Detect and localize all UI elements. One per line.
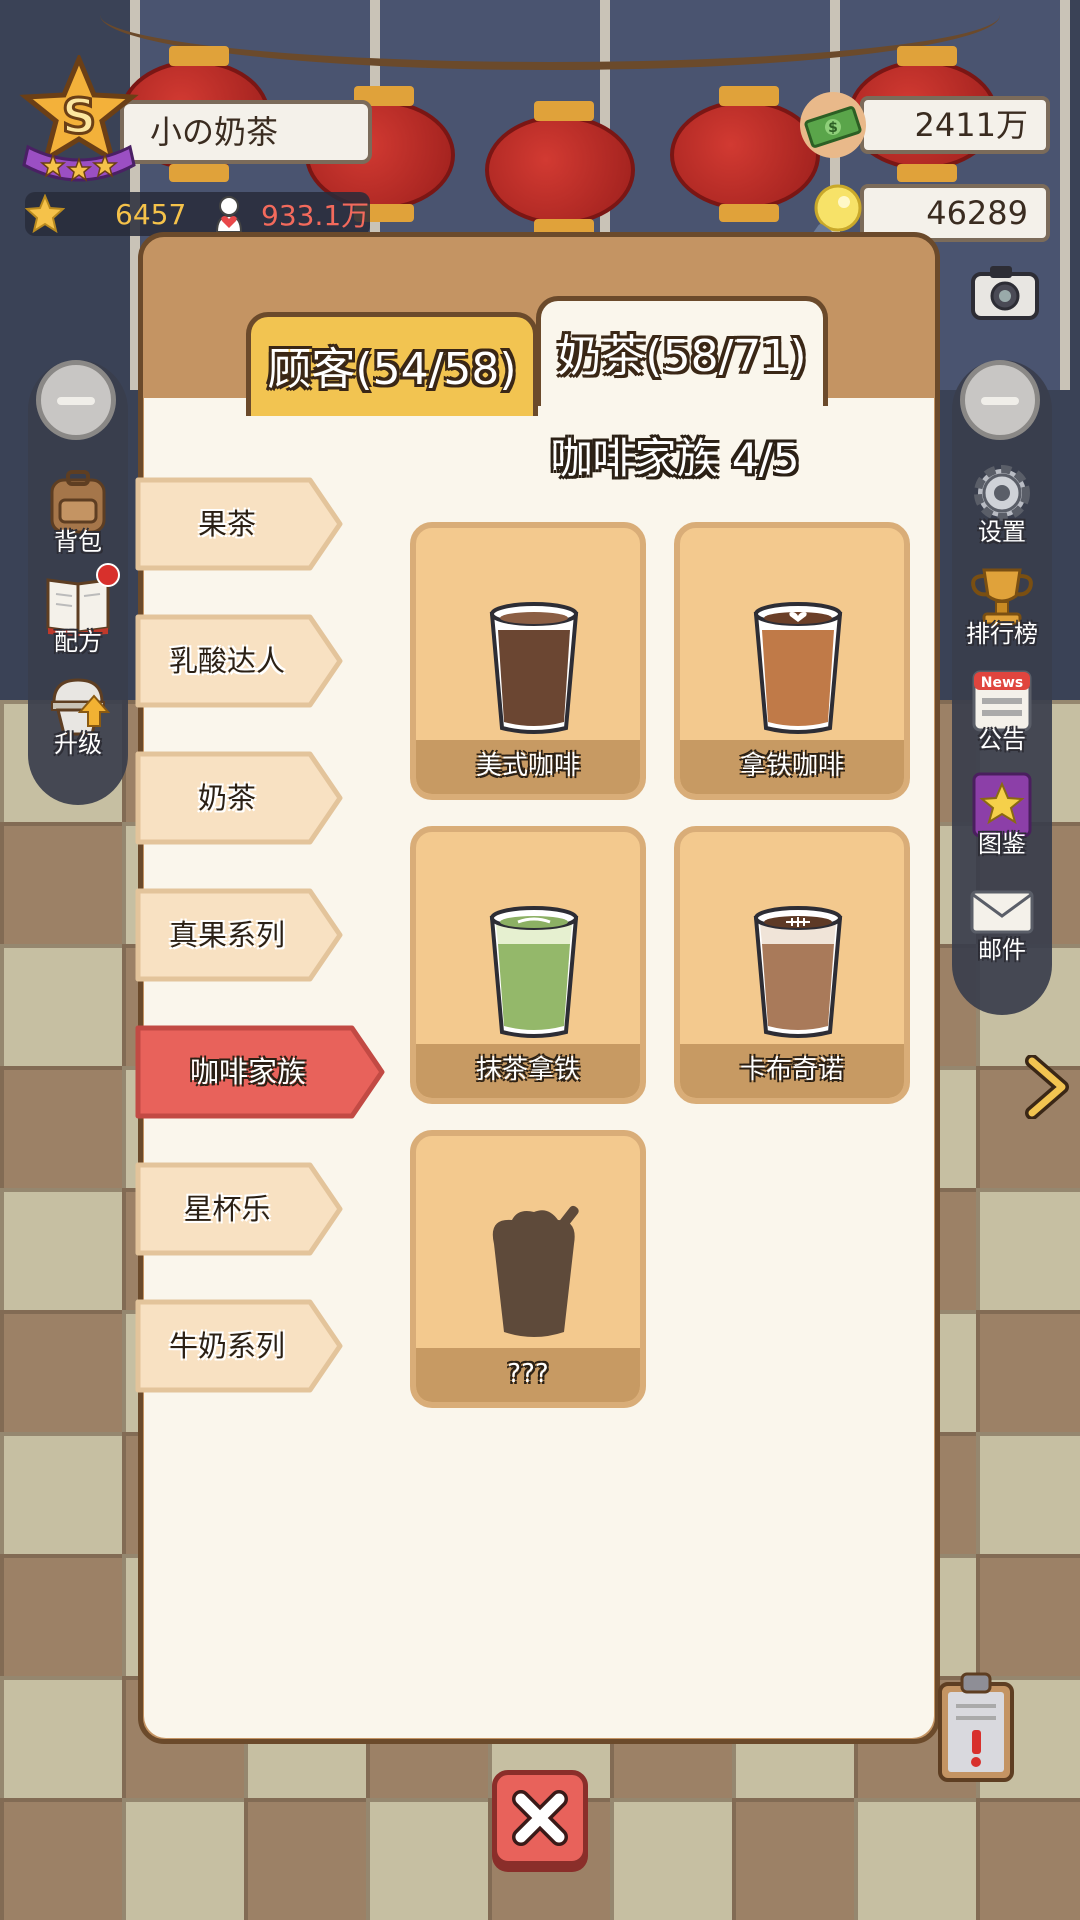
drink-name: 卡布奇诺 [680, 1044, 904, 1098]
fans-count: 933.1万 [261, 199, 370, 232]
leaderboard-label: 排行榜 [966, 620, 1038, 648]
drink-name: 美式咖啡 [416, 740, 640, 794]
close-button[interactable] [492, 1770, 588, 1866]
drink-card-latte[interactable]: 拿铁咖啡 [674, 522, 910, 800]
upgrade-button[interactable]: 升级 [28, 672, 128, 759]
latte-cup-icon [753, 602, 843, 734]
close-icon [512, 1790, 568, 1846]
category-lactic-acid[interactable]: 乳酸达人 [134, 613, 346, 709]
recipe-label: 配方 [54, 628, 102, 656]
drink-name: 抹茶拿铁 [416, 1044, 640, 1098]
camera-icon[interactable] [970, 262, 1040, 322]
category-milk-series[interactable]: 牛奶系列 [134, 1298, 346, 1394]
drink-card-matcha-latte[interactable]: 抹茶拿铁 [410, 826, 646, 1104]
collapse-left-menu-button[interactable] [36, 360, 116, 440]
mail-label: 邮件 [978, 936, 1026, 964]
tab-customers[interactable]: 顾客(54/58) [246, 312, 538, 416]
news-button[interactable]: News 公告 [952, 668, 1052, 755]
category-label: 星杯乐 [183, 1192, 271, 1226]
locked-drink-silhouette-icon [492, 1205, 579, 1337]
matcha-latte-cup-icon [489, 906, 579, 1038]
section-title: 咖啡家族 4/5 [550, 434, 800, 483]
category-real-fruit[interactable]: 真果系列 [134, 887, 346, 983]
americano-cup-icon [489, 602, 579, 734]
fans-icon [215, 196, 243, 233]
settings-label: 设置 [978, 518, 1026, 546]
category-label: 果茶 [197, 507, 256, 541]
tab-milk-tea[interactable]: 奶茶(58/71) [536, 296, 828, 406]
category-label: 奶茶 [197, 781, 256, 815]
category-fruit-tea[interactable]: 果茶 [134, 476, 346, 572]
settings-button[interactable]: 设置 [952, 460, 1052, 547]
category-star-cup[interactable]: 星杯乐 [134, 1161, 346, 1257]
star-icon [25, 194, 65, 234]
lantern-decoration [485, 101, 635, 237]
backpack-label: 背包 [54, 528, 102, 556]
player-stats-bar: 6457 933.1万 [25, 192, 370, 236]
money-counter: 2411万 [860, 96, 1050, 154]
news-label: 公告 [978, 726, 1026, 754]
stars-count: 6457 [115, 197, 187, 231]
category-milk-tea[interactable]: 奶茶 [134, 750, 346, 846]
drink-card-cappuccino[interactable]: 卡布奇诺 [674, 826, 910, 1104]
collection-label: 图鉴 [978, 830, 1026, 858]
drink-name: ??? [416, 1348, 640, 1402]
category-label: 真果系列 [168, 918, 285, 952]
svg-text:News: News [981, 675, 1023, 691]
drink-card-locked[interactable]: ??? [410, 1130, 646, 1408]
clipboard-icon[interactable] [936, 1670, 1016, 1784]
chevron-right-icon[interactable] [1022, 1055, 1070, 1119]
upgrade-label: 升级 [54, 730, 102, 758]
backpack-button[interactable]: 背包 [28, 470, 128, 557]
cash-icon[interactable]: $ [798, 90, 868, 160]
notification-badge [96, 563, 120, 587]
rank-badge[interactable]: S [18, 52, 140, 185]
category-coffee-family[interactable]: 咖啡家族 [134, 1024, 388, 1120]
cappuccino-cup-icon [753, 906, 843, 1038]
collection-button[interactable]: 图鉴 [952, 772, 1052, 859]
leaderboard-button[interactable]: 排行榜 [952, 562, 1052, 649]
svg-text:S: S [62, 89, 97, 145]
collapse-right-menu-button[interactable] [960, 360, 1040, 440]
mail-button[interactable]: 邮件 [952, 878, 1052, 965]
rank-star-icon: S [19, 52, 139, 182]
drink-name: 拿铁咖啡 [680, 740, 904, 794]
drink-card-americano[interactable]: 美式咖啡 [410, 522, 646, 800]
category-label: 牛奶系列 [168, 1329, 285, 1363]
category-label: 咖啡家族 [189, 1055, 306, 1089]
category-label: 乳酸达人 [168, 644, 285, 678]
player-name[interactable]: 小の奶茶 [120, 100, 372, 164]
svg-text:$: $ [828, 120, 838, 136]
